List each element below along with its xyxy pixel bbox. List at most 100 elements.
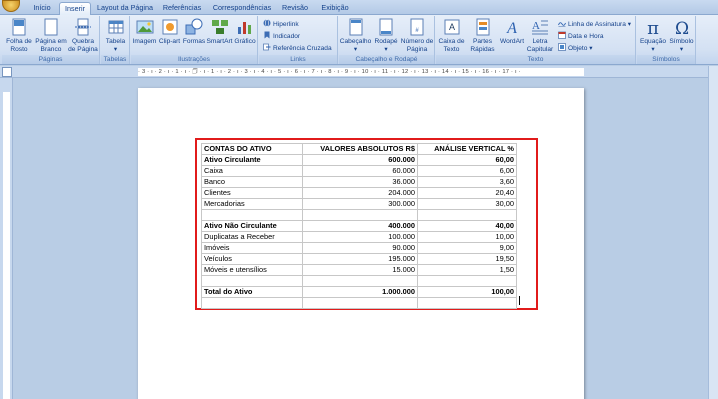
- tab-inserir[interactable]: Inserir: [59, 2, 91, 15]
- table-row: Ativo Circulante 600.000 60,00: [201, 154, 517, 166]
- pagina-em-branco-button[interactable]: Página em Branco: [35, 18, 67, 53]
- vertical-analysis-cell[interactable]: 20,40: [417, 187, 517, 199]
- tab-referencias[interactable]: Referências: [159, 2, 205, 15]
- absolute-value-cell[interactable]: 204.000: [302, 187, 418, 199]
- caixa-de-texto-button[interactable]: A Caixa de Texto: [436, 18, 467, 53]
- vertical-analysis-cell[interactable]: 30,00: [417, 198, 517, 210]
- ribbon: Folha de Rosto Página em Branco Quebra d…: [0, 15, 718, 65]
- absolute-value-cell[interactable]: 100.000: [302, 230, 418, 243]
- data-e-hora-button[interactable]: Data e Hora: [558, 31, 604, 41]
- account-cell[interactable]: Ativo Circulante: [201, 154, 303, 166]
- referencia-cruzada-button[interactable]: Referência Cruzada: [263, 43, 332, 53]
- tab-layout-da-pagina[interactable]: Layout da Página: [94, 2, 156, 15]
- header-icon: [349, 18, 362, 36]
- smartart-button[interactable]: SmartArt: [206, 18, 233, 46]
- absolute-value-cell[interactable]: 1.000.000: [302, 285, 418, 298]
- vertical-analysis-cell[interactable]: 3,60: [417, 176, 517, 188]
- vertical-analysis-cell[interactable]: 100,00: [417, 285, 517, 298]
- cross-reference-icon: [263, 43, 271, 51]
- tab-inicio[interactable]: Início: [27, 2, 57, 15]
- quebra-de-pagina-button[interactable]: Quebra de Página: [67, 18, 99, 53]
- absolute-value-cell[interactable]: 400.000: [302, 219, 418, 232]
- account-cell[interactable]: Mercadorias: [201, 198, 303, 210]
- clip-art-button[interactable]: Clip-art: [157, 18, 182, 46]
- linha-de-assinatura-button[interactable]: Linha de Assinatura ▾: [558, 19, 631, 29]
- formas-button[interactable]: Formas: [182, 18, 206, 46]
- account-cell[interactable]: Duplicatas a Receber: [201, 230, 303, 243]
- account-cell[interactable]: Imóveis: [201, 241, 303, 254]
- vertical-ruler[interactable]: [0, 78, 13, 399]
- account-cell[interactable]: [201, 296, 303, 309]
- group-ilustracoes: Imagem Clip-art Formas SmartArt Gráfico …: [131, 16, 258, 64]
- group-label-texto: Texto: [436, 55, 635, 64]
- partes-rapidas-button[interactable]: Partes Rápidas: [467, 18, 498, 53]
- vertical-analysis-cell[interactable]: 6,00: [417, 165, 517, 177]
- account-cell[interactable]: Total do Ativo: [201, 285, 303, 298]
- absolute-value-cell[interactable]: [302, 274, 418, 287]
- absolute-value-cell[interactable]: 600.000: [302, 154, 418, 166]
- folha-de-rosto-button[interactable]: Folha de Rosto: [3, 18, 35, 53]
- absolute-value-cell[interactable]: 60.000: [302, 165, 418, 177]
- vertical-analysis-cell[interactable]: [417, 274, 517, 287]
- horizontal-ruler[interactable]: · 3 · ı · 2 · ı · 1 · ı · 🗇 · ı · 1 · ı …: [0, 66, 718, 78]
- vertical-analysis-cell[interactable]: 19,50: [417, 252, 517, 265]
- vertical-analysis-cell[interactable]: 40,00: [417, 219, 517, 232]
- vertical-analysis-cell[interactable]: [417, 296, 517, 309]
- office-button[interactable]: [2, 0, 20, 12]
- absolute-value-cell[interactable]: 15.000: [302, 263, 418, 276]
- tabela-button[interactable]: Tabela ▾: [102, 18, 129, 53]
- equacao-button[interactable]: π Equação ▾: [638, 18, 668, 53]
- vertical-analysis-cell[interactable]: 10,00: [417, 230, 517, 243]
- tab-correspondencias[interactable]: Correspondências: [209, 2, 275, 15]
- smartart-icon: [211, 20, 228, 34]
- account-cell[interactable]: Veículos: [201, 252, 303, 265]
- tab-exibicao[interactable]: Exibição: [316, 2, 354, 15]
- absolute-value-cell[interactable]: VALORES ABSOLUTOS R$: [302, 143, 418, 155]
- account-cell[interactable]: Clientes: [201, 187, 303, 199]
- simbolo-button[interactable]: Ω Símbolo ▾: [668, 18, 695, 53]
- cabecalho-button[interactable]: Cabeçalho ▾: [339, 18, 372, 53]
- absolute-value-cell[interactable]: 300.000: [302, 198, 418, 210]
- object-icon: [558, 43, 566, 51]
- hyperlink-icon: [263, 19, 271, 27]
- absolute-value-cell[interactable]: [302, 209, 418, 221]
- asset-table[interactable]: CONTAS DO ATIVO VALORES ABSOLUTOS R$ ANÁLI…: [201, 143, 517, 309]
- letra-capitular-button[interactable]: A Letra Capitular: [526, 18, 554, 53]
- vertical-analysis-cell[interactable]: 60,00: [417, 154, 517, 166]
- shapes-icon: [185, 18, 203, 35]
- vertical-analysis-cell[interactable]: 1,50: [417, 263, 517, 276]
- blank-page-icon: [44, 18, 58, 36]
- vertical-analysis-cell[interactable]: 9,00: [417, 241, 517, 254]
- account-cell[interactable]: CONTAS DO ATIVO: [201, 143, 303, 155]
- table-row: [201, 296, 517, 309]
- imagem-button[interactable]: Imagem: [132, 18, 157, 46]
- account-cell[interactable]: Caixa: [201, 165, 303, 177]
- clip-art-icon: [162, 19, 177, 35]
- numero-de-pagina-button[interactable]: # Número de Página: [400, 18, 434, 53]
- grafico-button[interactable]: Gráfico: [233, 18, 257, 46]
- svg-text:A: A: [506, 20, 517, 36]
- account-cell[interactable]: Banco: [201, 176, 303, 188]
- account-cell[interactable]: [201, 209, 303, 221]
- wordart-button[interactable]: A WordArt: [498, 18, 526, 46]
- indicador-button[interactable]: Indicador: [263, 31, 300, 41]
- objeto-button[interactable]: Objeto ▾: [558, 43, 593, 53]
- absolute-value-cell[interactable]: [302, 296, 418, 309]
- group-paginas: Folha de Rosto Página em Branco Quebra d…: [2, 16, 100, 64]
- absolute-value-cell[interactable]: 36.000: [302, 176, 418, 188]
- account-cell[interactable]: Ativo Não Circulante: [201, 219, 303, 232]
- tab-revisao[interactable]: Revisão: [279, 2, 311, 15]
- absolute-value-cell[interactable]: 90.000: [302, 241, 418, 254]
- absolute-value-cell[interactable]: 195.000: [302, 252, 418, 265]
- group-label-cabecalho-rodape: Cabeçalho e Rodapé: [339, 55, 434, 64]
- account-cell[interactable]: [201, 274, 303, 287]
- vertical-scrollbar[interactable]: [708, 66, 718, 399]
- hiperlink-button[interactable]: Hiperlink: [263, 19, 299, 29]
- tab-selector-icon[interactable]: [2, 67, 12, 77]
- rodape-button[interactable]: Rodapé ▾: [372, 18, 400, 53]
- vertical-analysis-cell[interactable]: [417, 209, 517, 221]
- vertical-analysis-cell[interactable]: ANÁLISE VERTICAL %: [417, 143, 517, 155]
- account-cell[interactable]: Móveis e utensílios: [201, 263, 303, 276]
- page-number-icon: #: [410, 18, 424, 36]
- table-row: Mercadorias 300.000 30,00: [201, 198, 517, 210]
